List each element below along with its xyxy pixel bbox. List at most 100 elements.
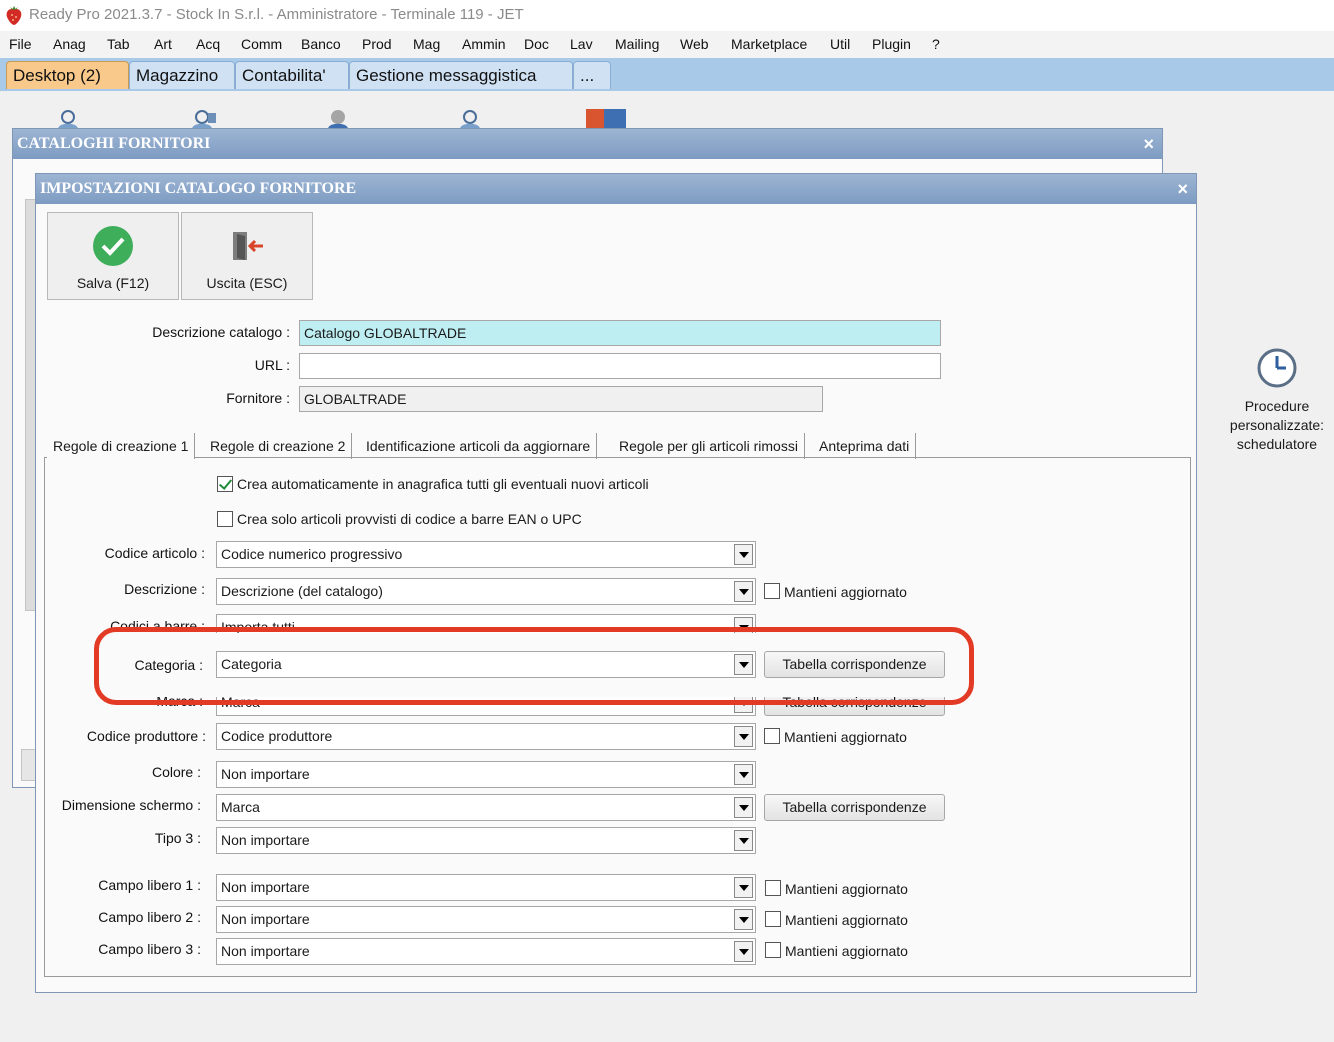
scheduler-shortcut[interactable]: Procedure personalizzate: schedulatore [1220, 347, 1334, 454]
chevron-down-icon[interactable] [734, 544, 753, 565]
descrizione-catalogo-label: Descrizione catalogo : [152, 324, 290, 340]
menu-comm[interactable]: Comm [241, 36, 282, 52]
tipo3-select[interactable]: Non importare [216, 827, 756, 854]
descrizione-mantieni-label: Mantieni aggiornato [784, 584, 907, 600]
scheduler-label-1: Procedure [1244, 398, 1310, 414]
tab-regole-creazione-2[interactable]: Regole di creazione 2 [204, 433, 353, 459]
colore-select[interactable]: Non importare [216, 761, 756, 788]
menu-tab[interactable]: Tab [107, 36, 130, 52]
campo-libero-2-select[interactable]: Non importare [216, 906, 756, 933]
url-label: URL : [254, 357, 290, 373]
dialog-close-icon[interactable]: × [1177, 174, 1188, 204]
chevron-down-icon[interactable] [734, 581, 753, 602]
menu-prod[interactable]: Prod [362, 36, 392, 52]
menu-util[interactable]: Util [830, 36, 850, 52]
campo-libero-1-label: Campo libero 1 : [98, 877, 201, 893]
menu-acq[interactable]: Acq [196, 36, 220, 52]
impostazioni-catalogo-dialog: IMPOSTAZIONI CATALOGO FORNITORE × Salva … [35, 173, 1197, 993]
check-circle-icon [93, 226, 133, 266]
campo-libero-1-mantieni-checkbox[interactable] [765, 880, 781, 896]
menu-doc[interactable]: Doc [524, 36, 549, 52]
campo-libero-3-value: Non importare [221, 943, 310, 959]
title-bar: Ready Pro 2021.3.7 - Stock In S.r.l. - A… [0, 0, 1334, 32]
descrizione-select[interactable]: Descrizione (del catalogo) [216, 578, 756, 605]
codice-produttore-label: Codice produttore : [86, 728, 206, 744]
tab-desktop[interactable]: Desktop (2) [6, 61, 129, 89]
dimensione-schermo-label: Dimensione schermo : [61, 797, 201, 813]
codice-articolo-select[interactable]: Codice numerico progressivo [216, 541, 756, 568]
dialog-title: IMPOSTAZIONI CATALOGO FORNITORE [36, 174, 1196, 204]
codice-produttore-mantieni-checkbox[interactable] [764, 728, 780, 744]
user-search-icon[interactable] [456, 107, 488, 129]
tab-more[interactable]: ... [573, 61, 611, 89]
chevron-down-icon[interactable] [734, 830, 753, 851]
tab-identificazione-articoli[interactable]: Identificazione articoli da aggiornare [360, 433, 598, 459]
chevron-down-icon[interactable] [734, 764, 753, 785]
chevron-down-icon[interactable] [734, 877, 753, 898]
url-input[interactable] [299, 353, 941, 379]
exit-button-label: Uscita (ESC) [206, 275, 288, 291]
codice-articolo-label: Codice articolo : [104, 545, 205, 561]
chevron-down-icon[interactable] [734, 941, 753, 962]
tab-regole-articoli-rimossi[interactable]: Regole per gli articoli rimossi [613, 433, 805, 459]
back-window-title: CATALOGHI FORNITORI [13, 129, 1162, 159]
menu-marketplace[interactable]: Marketplace [731, 36, 807, 52]
menu-file[interactable]: File [9, 36, 32, 52]
colore-label: Colore : [151, 764, 201, 780]
menu-art[interactable]: Art [154, 36, 172, 52]
tab-anteprima-dati[interactable]: Anteprima dati [813, 433, 917, 459]
person-icon[interactable] [322, 107, 354, 129]
fornitore-label: Fornitore : [226, 390, 290, 406]
save-button[interactable]: Salva (F12) [47, 212, 179, 300]
window-title: Ready Pro 2021.3.7 - Stock In S.r.l. - A… [29, 6, 524, 23]
menu-anag[interactable]: Anag [53, 36, 86, 52]
campo-libero-3-mantieni-checkbox[interactable] [765, 942, 781, 958]
back-window-close-icon[interactable]: × [1143, 129, 1154, 159]
dialog-title-text: IMPOSTAZIONI CATALOGO FORNITORE [40, 180, 357, 197]
campo-libero-3-label: Campo libero 3 : [98, 941, 201, 957]
crea-ean-checkbox[interactable] [217, 511, 233, 527]
campo-libero-1-select[interactable]: Non importare [216, 874, 756, 901]
dimensione-schermo-value: Marca [221, 799, 260, 815]
tab-magazzino[interactable]: Magazzino [129, 61, 235, 89]
tab-gestione-messaggistica[interactable]: Gestione messaggistica [349, 61, 573, 89]
chevron-down-icon[interactable] [734, 797, 753, 818]
campo-libero-2-mantieni-checkbox[interactable] [765, 911, 781, 927]
campo-libero-3-select[interactable]: Non importare [216, 938, 756, 965]
dimensione-schermo-select[interactable]: Marca [216, 794, 756, 821]
crea-automaticamente-label: Crea automaticamente in anagrafica tutti… [237, 476, 649, 492]
users-icon[interactable] [188, 107, 220, 129]
fornitore-field: GLOBALTRADE [299, 386, 823, 412]
clock-icon [1257, 348, 1297, 388]
exit-button[interactable]: Uscita (ESC) [181, 212, 313, 300]
descrizione-catalogo-input[interactable]: Catalogo GLOBALTRADE [299, 320, 941, 346]
tab-regole-creazione-1[interactable]: Regole di creazione 1 [47, 433, 196, 459]
menu-help[interactable]: ? [932, 36, 940, 52]
menu-lav[interactable]: Lav [570, 36, 593, 52]
chevron-down-icon[interactable] [734, 909, 753, 930]
codice-produttore-value: Codice produttore [221, 728, 333, 744]
chevron-down-icon[interactable] [734, 726, 753, 747]
save-button-label: Salva (F12) [76, 275, 150, 291]
menu-ammin[interactable]: Ammin [462, 36, 506, 52]
menu-web[interactable]: Web [680, 36, 709, 52]
menu-plugin[interactable]: Plugin [872, 36, 911, 52]
strawberry-icon [6, 6, 22, 25]
catalog-icon[interactable] [586, 107, 626, 129]
menu-mailing[interactable]: Mailing [615, 36, 659, 52]
exit-door-icon [233, 232, 263, 260]
menu-banco[interactable]: Banco [301, 36, 341, 52]
menu-mag[interactable]: Mag [413, 36, 440, 52]
tab-contabilita[interactable]: Contabilita' [235, 61, 349, 89]
crea-automaticamente-checkbox[interactable] [217, 476, 233, 492]
scheduler-label-3: schedulatore [1236, 436, 1318, 452]
dimensione-tabella-corrispondenze-button[interactable]: Tabella corrispondenze [764, 794, 945, 821]
descrizione-mantieni-checkbox[interactable] [764, 583, 780, 599]
highlight-annotation [94, 627, 974, 705]
descrizione-label: Descrizione : [124, 581, 205, 597]
user-icon[interactable] [52, 107, 84, 129]
codice-produttore-select[interactable]: Codice produttore [216, 723, 756, 750]
tipo3-label: Tipo 3 : [154, 830, 201, 846]
colore-value: Non importare [221, 766, 310, 782]
campo-libero-2-mantieni-label: Mantieni aggiornato [785, 912, 908, 928]
